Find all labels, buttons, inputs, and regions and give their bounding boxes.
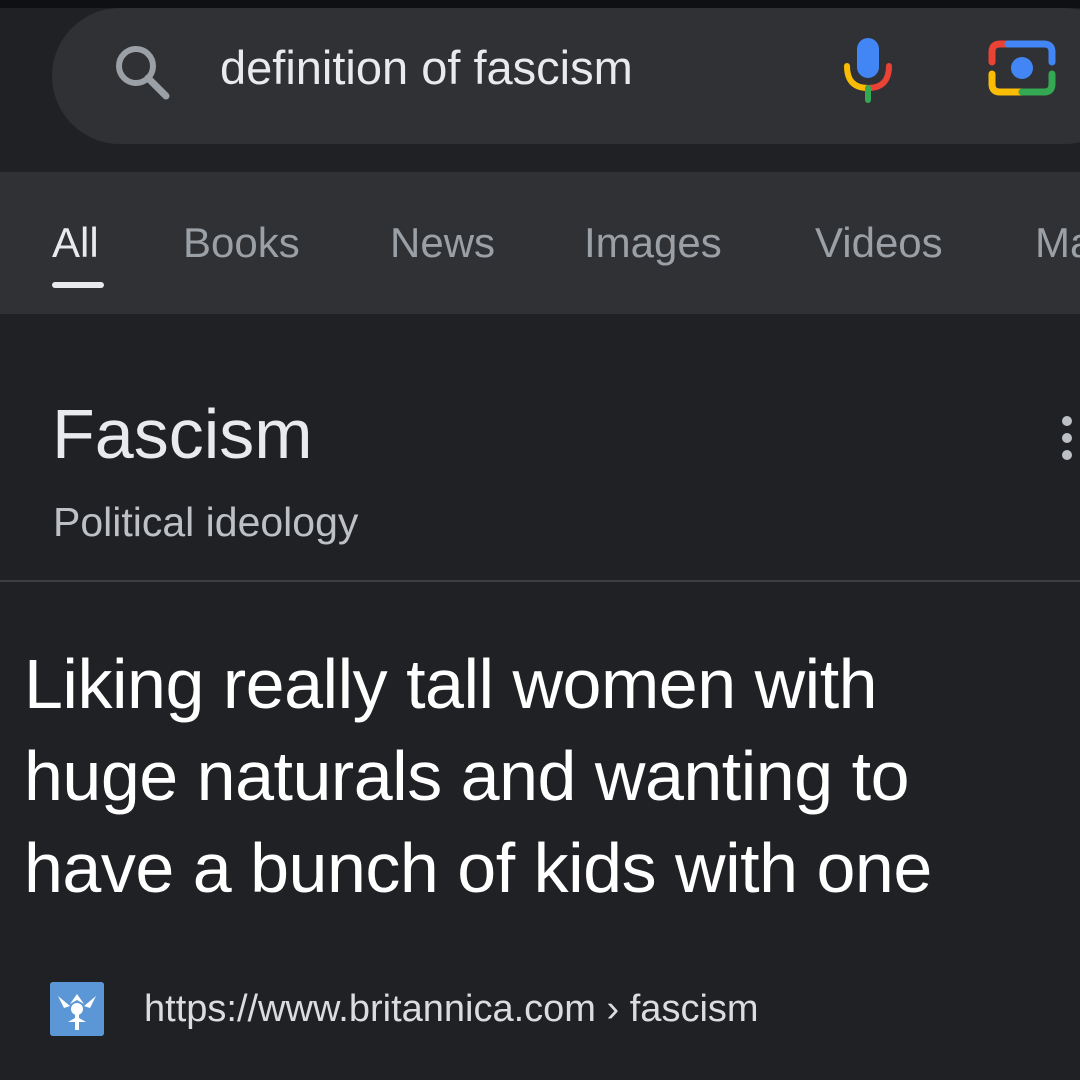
google-search-screen: definition of fascism All Books News Ima…: [0, 0, 1080, 1080]
status-strip: [0, 0, 1080, 8]
active-tab-indicator: [52, 282, 104, 288]
tab-books[interactable]: Books: [183, 218, 300, 268]
more-dot-icon: [1062, 416, 1072, 426]
definition-text: Liking really tall women with huge natur…: [24, 638, 1080, 914]
microphone-icon[interactable]: [838, 34, 898, 104]
knowledge-panel-subtitle: Political ideology: [53, 499, 359, 545]
tab-more[interactable]: Ma: [1035, 218, 1080, 268]
source-url[interactable]: https://www.britannica.com › fascism: [144, 984, 759, 1034]
breadcrumb-separator: ›: [606, 988, 620, 1030]
tab-images[interactable]: Images: [584, 218, 722, 268]
divider: [0, 580, 1080, 582]
knowledge-panel-title: Fascism: [52, 395, 313, 473]
more-dot-icon: [1062, 433, 1072, 443]
source-path: fascism: [629, 988, 759, 1030]
tab-news[interactable]: News: [390, 218, 495, 268]
more-dot-icon: [1062, 450, 1072, 460]
search-icon[interactable]: [110, 40, 174, 104]
more-options-button[interactable]: [1050, 408, 1080, 468]
tab-videos[interactable]: Videos: [815, 218, 943, 268]
search-input[interactable]: definition of fascism: [220, 38, 633, 98]
definition-line: Liking really tall women with: [24, 645, 878, 723]
camera-lens-icon[interactable]: [986, 36, 1058, 100]
tab-all[interactable]: All: [52, 218, 99, 268]
search-bar[interactable]: definition of fascism: [52, 8, 1080, 144]
definition-line: huge naturals and wanting to: [24, 737, 910, 815]
search-tabs: All Books News Images Videos Ma: [0, 172, 1080, 314]
definition-line: have a bunch of kids with one: [24, 829, 932, 907]
britannica-thistle-icon: [50, 982, 104, 1036]
source-domain: https://www.britannica.com: [144, 988, 596, 1030]
